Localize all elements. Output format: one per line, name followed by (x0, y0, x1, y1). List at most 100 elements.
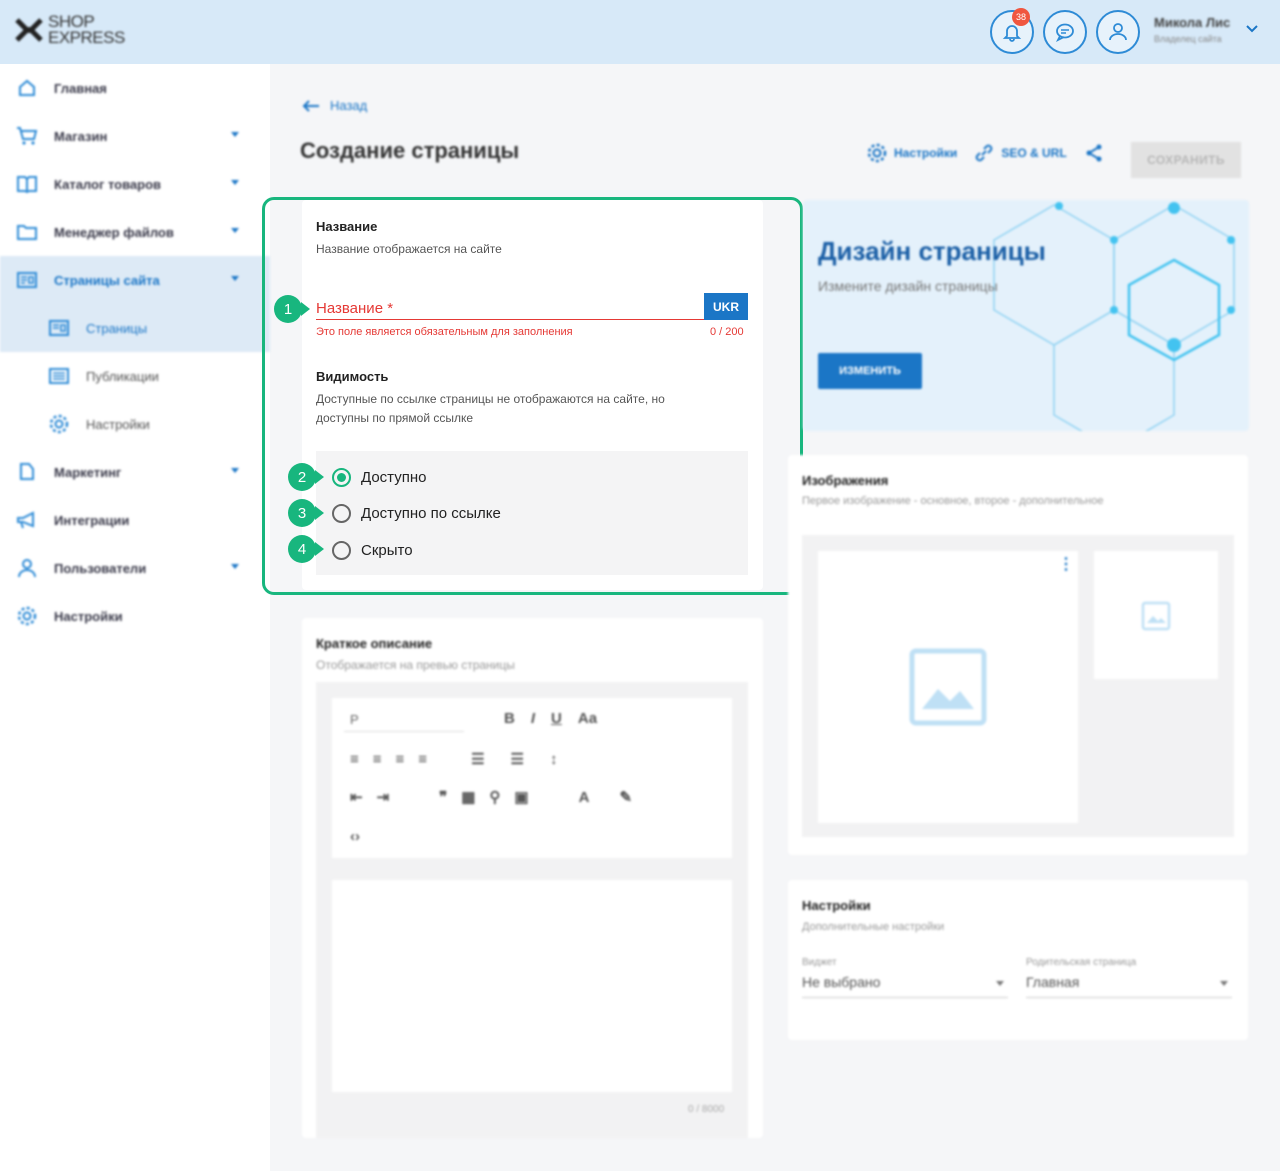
name-input[interactable]: Название * (316, 292, 704, 320)
description-counter: 0 / 8000 (688, 1104, 725, 1115)
text-color-icon[interactable]: A (579, 789, 590, 806)
sidebar-item-label: Настройки (86, 416, 150, 432)
sidebar-item-label: Каталог товаров (54, 176, 162, 192)
numbered-list-icon[interactable]: ☰ (511, 750, 524, 768)
italic-icon[interactable]: I (531, 710, 535, 727)
radio-available[interactable]: Доступно (332, 462, 748, 492)
sidebar-item-marketing[interactable]: Маркетинг (0, 448, 270, 496)
name-field-label: Название * (316, 300, 394, 317)
caret-down-icon[interactable] (231, 132, 239, 137)
underline-icon[interactable]: U (551, 710, 562, 727)
gear-icon (48, 413, 70, 435)
share-button[interactable] (1083, 142, 1105, 164)
sidebar-item-label: Менеджер файлов (54, 224, 174, 240)
caret-down-icon[interactable] (231, 180, 239, 185)
page-settings-card: Настройки Дополнительные настройки Видже… (788, 880, 1248, 1040)
link-icon[interactable]: ⚲ (489, 788, 500, 806)
sidebar-item-site-pages[interactable]: Страницы сайта (0, 256, 270, 304)
radio-by-link[interactable]: Доступно по ссылке (332, 498, 748, 528)
sidebar-item-label: Страницы (86, 320, 148, 336)
code-view-icon[interactable]: ‹› (350, 828, 360, 845)
back-link[interactable]: Назад (302, 98, 367, 113)
description-card: Краткое описание Отображается на превью … (302, 618, 763, 1138)
parent-page-label: Родительская страница (1026, 957, 1137, 968)
bold-icon[interactable]: B (504, 710, 515, 727)
sidebar-item-home[interactable]: Главная (0, 64, 270, 112)
pages-icon (16, 269, 38, 291)
logo-line-2: EXPRESS (48, 28, 125, 47)
table-icon[interactable]: ▦ (461, 788, 475, 806)
sidebar-item-files[interactable]: Менеджер файлов (0, 208, 270, 256)
back-label: Назад (330, 98, 368, 113)
bullet-list-icon[interactable]: ☰ (471, 750, 484, 768)
sidebar-item-pages[interactable]: Страницы (0, 304, 270, 352)
logo[interactable]: SHOP EXPRESS (14, 13, 125, 47)
caret-down-icon (1220, 981, 1228, 986)
caret-down-icon[interactable] (231, 468, 239, 473)
design-subtitle: Измените дизайн страницы (818, 278, 998, 294)
parent-page-select[interactable]: Главная (1026, 974, 1232, 998)
sidebar-item-label: Интеграции (54, 512, 130, 528)
format-select[interactable]: P (344, 708, 464, 732)
language-button[interactable]: UKR (704, 293, 748, 320)
sidebar-item-page-settings[interactable]: Настройки (0, 400, 270, 448)
more-options-icon[interactable]: ⋮ (1058, 557, 1074, 573)
save-button[interactable]: СОХРАНИТЬ (1131, 142, 1241, 178)
highlight-color-icon[interactable]: ✎ (619, 788, 632, 806)
marker-4: 4 (288, 535, 324, 563)
align-right-icon[interactable]: ≡ (396, 751, 405, 768)
arrow-left-icon (302, 99, 319, 112)
profile-button[interactable] (1096, 10, 1140, 54)
radio-hidden[interactable]: Скрыто (332, 535, 748, 565)
settings-action-label: Настройки (894, 146, 958, 160)
align-center-icon[interactable]: ≡ (373, 751, 382, 768)
folder-icon (16, 221, 38, 243)
sidebar-item-label: Пользователи (54, 560, 147, 576)
parent-page-value: Главная (1026, 974, 1080, 990)
indent-icon[interactable]: ⇥ (377, 788, 390, 806)
hexagon-pattern-graphic (993, 202, 1235, 431)
seo-action[interactable]: SEO & URL (973, 142, 1067, 164)
main-image-slot[interactable]: ⋮ (818, 551, 1078, 823)
extra-image-slot[interactable] (1094, 551, 1218, 679)
seo-action-label: SEO & URL (1001, 146, 1067, 160)
editor-text-area[interactable] (332, 880, 732, 1092)
tag-icon (16, 461, 38, 483)
caret-down-icon[interactable] (231, 564, 239, 569)
caret-down-icon[interactable] (231, 276, 239, 281)
sidebar-item-settings[interactable]: Настройки (0, 592, 270, 640)
news-icon (48, 365, 70, 387)
align-justify-icon[interactable]: ≡ (418, 751, 427, 768)
top-bar: SHOP EXPRESS 38 Микола Лис Владелец сайт… (0, 0, 1280, 64)
sidebar-item-integrations[interactable]: Интеграции (0, 496, 270, 544)
link-icon (976, 144, 993, 162)
image-placeholder-icon (909, 648, 987, 726)
font-size-icon[interactable]: Aa (578, 710, 597, 727)
line-height-icon[interactable]: ↕ (550, 751, 558, 768)
design-change-button[interactable]: ИЗМЕНИТЬ (818, 353, 922, 389)
book-icon (16, 173, 38, 195)
outdent-icon[interactable]: ⇤ (350, 788, 363, 806)
image-icon[interactable]: ▣ (514, 788, 528, 806)
widget-select[interactable]: Не выбрано (802, 974, 1008, 998)
sidebar-item-shop[interactable]: Магазин (0, 112, 270, 160)
chevron-down-icon[interactable] (1245, 24, 1259, 34)
page-title: Создание страницы (300, 138, 520, 163)
sidebar-item-publications[interactable]: Публикации (0, 352, 270, 400)
caret-down-icon[interactable] (231, 228, 239, 233)
design-title: Дизайн страницы (818, 236, 1046, 266)
quote-icon[interactable]: ❞ (439, 788, 447, 806)
notifications-button[interactable]: 38 (990, 8, 1034, 54)
home-icon (16, 77, 38, 99)
caret-down-icon (996, 981, 1004, 986)
sidebar-item-label: Публикации (86, 368, 159, 384)
images-subtitle: Первое изображение - основное, второе - … (802, 495, 1104, 507)
sidebar-item-users[interactable]: Пользователи (0, 544, 270, 592)
settings-action[interactable]: Настройки (866, 142, 957, 164)
user-info[interactable]: Микола Лис Владелец сайта (1154, 15, 1230, 44)
name-error: Это поле является обязательным для запол… (316, 326, 573, 338)
sidebar-item-catalog[interactable]: Каталог товаров (0, 160, 270, 208)
align-left-icon[interactable]: ≡ (350, 751, 359, 768)
images-grid: ⋮ (802, 535, 1234, 837)
messages-button[interactable] (1043, 10, 1087, 54)
